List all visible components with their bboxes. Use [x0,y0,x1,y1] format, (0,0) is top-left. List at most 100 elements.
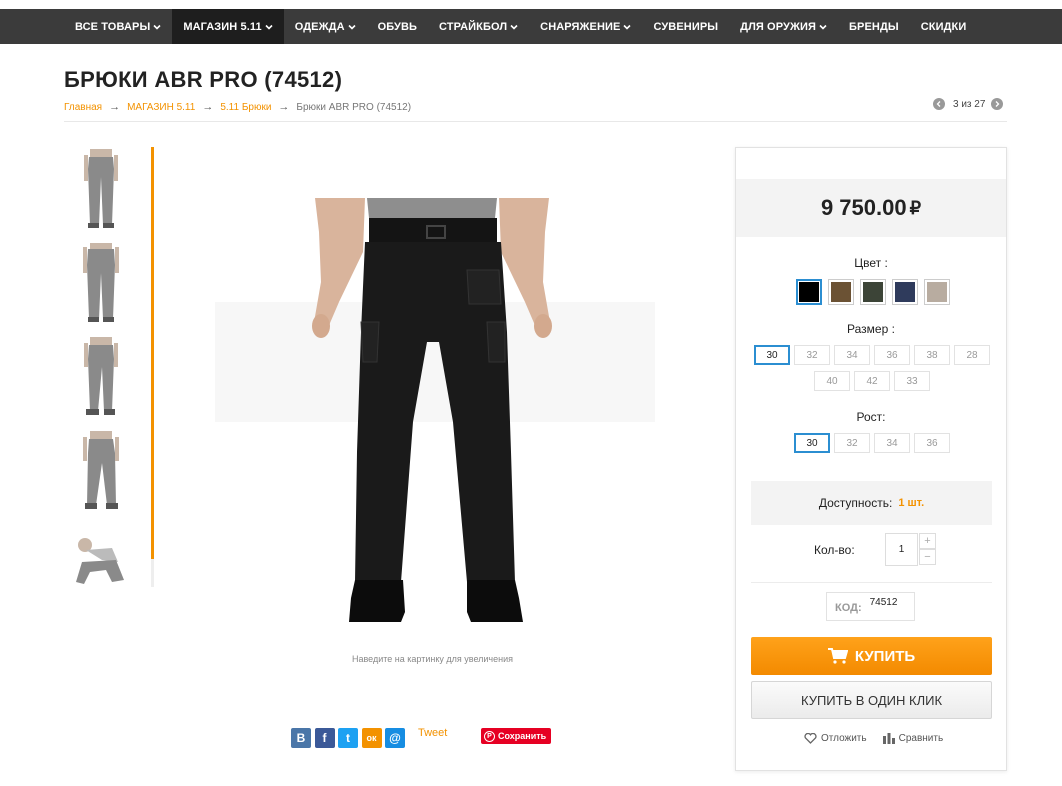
nav-item[interactable]: БРЕНДЫ [838,9,910,44]
size-option[interactable]: 42 [854,371,890,391]
price-value: 9 750.00 [820,195,907,220]
compare-button[interactable]: Сравнить [882,733,944,744]
facebook-icon[interactable]: f [314,728,335,748]
thumbnail-scrollbar[interactable] [151,147,154,559]
color-swatch-fill [895,282,915,302]
pager-position: 3 из 27 [953,98,986,110]
nav-item[interactable]: СНАРЯЖЕНИЕ [529,9,642,44]
nav-item[interactable]: ОДЕЖДА [284,9,367,44]
breadcrumb: Главная → МАГАЗИН 5.11 → 5.11 Брюки → Бр… [64,101,411,113]
color-swatch-fill [927,282,947,302]
nav-item-label: СНАРЯЖЕНИЕ [540,20,621,33]
size-option[interactable]: 32 [794,345,830,365]
currency-symbol: ₽ [909,197,922,218]
twitter-icon[interactable]: t [338,728,358,748]
chevron-down-icon [265,23,273,31]
chevron-down-icon [153,23,161,31]
breadcrumb-separator: → [109,101,121,113]
quantity-input[interactable]: 1 [885,533,918,566]
product-pager: 3 из 27 [933,98,1004,110]
breadcrumb-current: Брюки ABR PRO (74512) [296,101,412,113]
compare-label: Сравнить [898,733,944,744]
color-swatch-brown[interactable] [828,279,854,305]
size-option[interactable]: 30 [754,345,790,365]
pinterest-save-button[interactable]: P Сохранить [481,728,552,744]
height-option[interactable]: 36 [914,433,950,453]
size-option[interactable]: 34 [834,345,870,365]
color-swatch-fill [831,282,851,302]
main-nav: ВСЕ ТОВАРЫ МАГАЗИН 5.11 ОДЕЖДА ОБУВЬ СТРАЙКБ… [0,9,1062,44]
nav-item[interactable]: СКИДКИ [910,9,978,44]
color-swatch-ranger-green[interactable] [860,279,886,305]
nav-item[interactable]: ДЛЯ ОРУЖИЯ [729,9,838,44]
breadcrumb-511-pants[interactable]: 5.11 Брюки [220,102,271,113]
cart-icon [827,648,848,664]
buy-button[interactable]: КУПИТЬ [751,637,992,675]
color-label: Цвет : [854,256,888,270]
chevron-down-icon [348,23,356,31]
size-option[interactable]: 38 [914,345,950,365]
color-swatch-khaki[interactable] [924,279,950,305]
buy-box: 9 750.00 ₽ Цвет : Размер : 30 32 34 36 38 28 4… [735,147,1007,771]
share-buttons: Вf t ок @ [291,728,409,748]
mailru-icon[interactable]: @ [385,728,405,748]
size-option[interactable]: 28 [954,345,990,365]
nav-item-label: БРЕНДЫ [849,20,899,33]
nav-item-label: СТРАЙКБОЛ [439,20,508,33]
thumbnail-5[interactable] [72,532,130,588]
nav-item[interactable]: ОБУВЬ [367,9,428,44]
color-swatch-fill [799,282,819,302]
breadcrumb-separator: → [278,101,290,113]
wishlist-button[interactable]: Отложить [804,733,867,744]
quantity-label: Кол-во: [814,543,855,557]
thumbnail-1[interactable] [72,149,130,229]
next-product-button[interactable] [991,98,1004,110]
title-divider [64,121,1007,122]
color-options [796,279,956,305]
size-option[interactable]: 36 [874,345,910,365]
size-option[interactable]: 33 [894,371,930,391]
quantity-increase-button[interactable]: + [919,533,936,549]
height-option[interactable]: 32 [834,433,870,453]
price: 9 750.00 ₽ [736,179,1006,237]
nav-item-label: МАГАЗИН 5.11 [183,20,262,33]
pants-photo [215,198,655,622]
vk-icon[interactable]: В [291,728,311,748]
height-label: Рост: [856,410,886,424]
one-click-buy-button[interactable]: КУПИТЬ В ОДИН КЛИК [751,681,992,719]
color-swatch-black[interactable] [796,279,822,305]
height-options: 30 32 34 36 [750,433,994,459]
box-divider [751,582,992,583]
pants-walk-thumbnail [83,431,119,509]
availability-label: Доступность: [818,496,893,510]
nav-item-label: ОБУВЬ [377,20,418,33]
nav-item[interactable]: МАГАЗИН 5.11 [172,9,284,44]
height-option[interactable]: 34 [874,433,910,453]
nav-item[interactable]: ВСЕ ТОВАРЫ [64,9,172,44]
thumbnail-4[interactable] [72,431,130,511]
main-product-image[interactable] [205,192,660,647]
nav-item[interactable]: СТРАЙКБОЛ [428,9,529,44]
breadcrumb-home[interactable]: Главная [64,102,102,113]
odnoklassniki-icon[interactable]: ок [361,728,382,748]
size-label: Размер : [847,322,895,336]
zoom-hint: Наведите на картинку для увеличения [352,654,513,664]
color-swatch-navy[interactable] [892,279,918,305]
prev-product-button[interactable] [933,98,945,110]
height-option[interactable]: 30 [794,433,830,453]
color-swatch-fill [863,282,883,302]
thumbnail-3[interactable] [72,337,130,417]
nav-item-label: ДЛЯ ОРУЖИЯ [740,20,817,33]
breadcrumb-shop-511[interactable]: МАГАЗИН 5.11 [127,102,195,113]
nav-item-label: ВСЕ ТОВАРЫ [75,20,151,33]
thumbnail-list [64,147,154,587]
chevron-down-icon [623,23,632,31]
tweet-link[interactable]: Tweet [418,727,447,739]
thumbnail-2[interactable] [72,243,130,323]
nav-item-label: ОДЕЖДА [294,20,345,33]
page-title: БРЮКИ ABR PRO (74512) [64,67,343,92]
size-options: 30 32 34 36 38 28 40 42 33 [750,345,994,397]
nav-item[interactable]: СУВЕНИРЫ [642,9,729,44]
quantity-decrease-button[interactable]: − [919,549,936,565]
size-option[interactable]: 40 [814,371,850,391]
